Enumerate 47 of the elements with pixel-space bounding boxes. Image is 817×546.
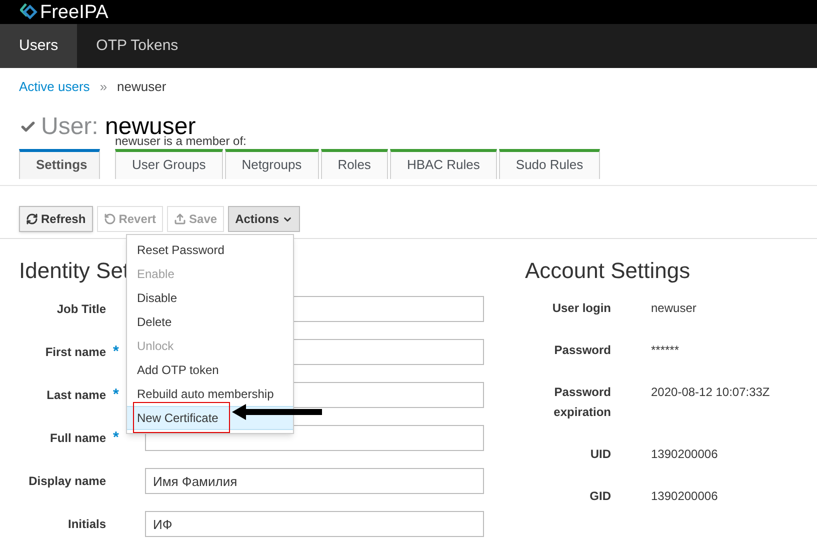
- field-label: First name: [44, 344, 106, 361]
- menu-item[interactable]: Add OTP token: [127, 358, 293, 382]
- upload-icon: [174, 213, 186, 225]
- field-label: User login: [551, 300, 611, 317]
- field-value: ******: [650, 342, 680, 359]
- section-title: Account Settings: [524, 260, 692, 282]
- field-value: newuser: [650, 300, 696, 317]
- required-marker: *: [113, 386, 119, 403]
- tab[interactable]: HBAC Rules: [390, 148, 497, 178]
- breadcrumb-current: newuser: [117, 78, 166, 96]
- field-value: 1390200006: [650, 446, 718, 463]
- breadcrumb-link[interactable]: Active users: [19, 77, 90, 96]
- refresh-icon: [26, 213, 38, 225]
- check-icon: [20, 118, 36, 134]
- input-field[interactable]: ИФ: [145, 511, 484, 537]
- field-label: Password expiration: [552, 384, 611, 421]
- input-field[interactable]: Имя Фамилия: [145, 468, 484, 494]
- menu-item[interactable]: Disable: [127, 286, 293, 310]
- required-marker: *: [113, 429, 119, 446]
- nav-tab[interactable]: Users: [0, 24, 78, 68]
- required-marker: *: [113, 343, 119, 360]
- brand-name: FreeIPA: [40, 2, 108, 22]
- field-label: GID: [588, 488, 611, 505]
- tab[interactable]: Roles: [320, 148, 388, 178]
- field-value: 1390200006: [650, 488, 718, 505]
- toolbar-button[interactable]: Actions: [228, 206, 300, 232]
- field-label: Password: [553, 342, 611, 359]
- undo-icon: [104, 213, 116, 225]
- field-label: Initials: [66, 516, 106, 533]
- tab[interactable]: Settings: [19, 148, 100, 178]
- field-label: UID: [589, 446, 611, 463]
- field-label: Display name: [28, 473, 106, 490]
- field-label: Full name: [48, 430, 106, 447]
- nav-tab[interactable]: OTP Tokens: [77, 24, 198, 68]
- menu-item[interactable]: Reset Password: [127, 238, 293, 262]
- tab[interactable]: User Groups: [115, 148, 223, 178]
- toolbar-button[interactable]: Refresh: [19, 206, 93, 232]
- tab[interactable]: Sudo Rules: [498, 148, 600, 178]
- arrow-icon: [232, 404, 322, 420]
- field-value: 2020-08-12 10:07:33Z: [650, 384, 770, 401]
- menu-item[interactable]: Rebuild auto membership: [127, 382, 293, 406]
- tab[interactable]: Netgroups: [224, 148, 319, 178]
- logo-icon: [20, 3, 38, 21]
- breadcrumb-separator: »: [98, 78, 108, 96]
- menu-item[interactable]: Delete: [127, 310, 293, 334]
- field-label: Job Title: [56, 301, 106, 318]
- field-label: Last name: [46, 387, 106, 404]
